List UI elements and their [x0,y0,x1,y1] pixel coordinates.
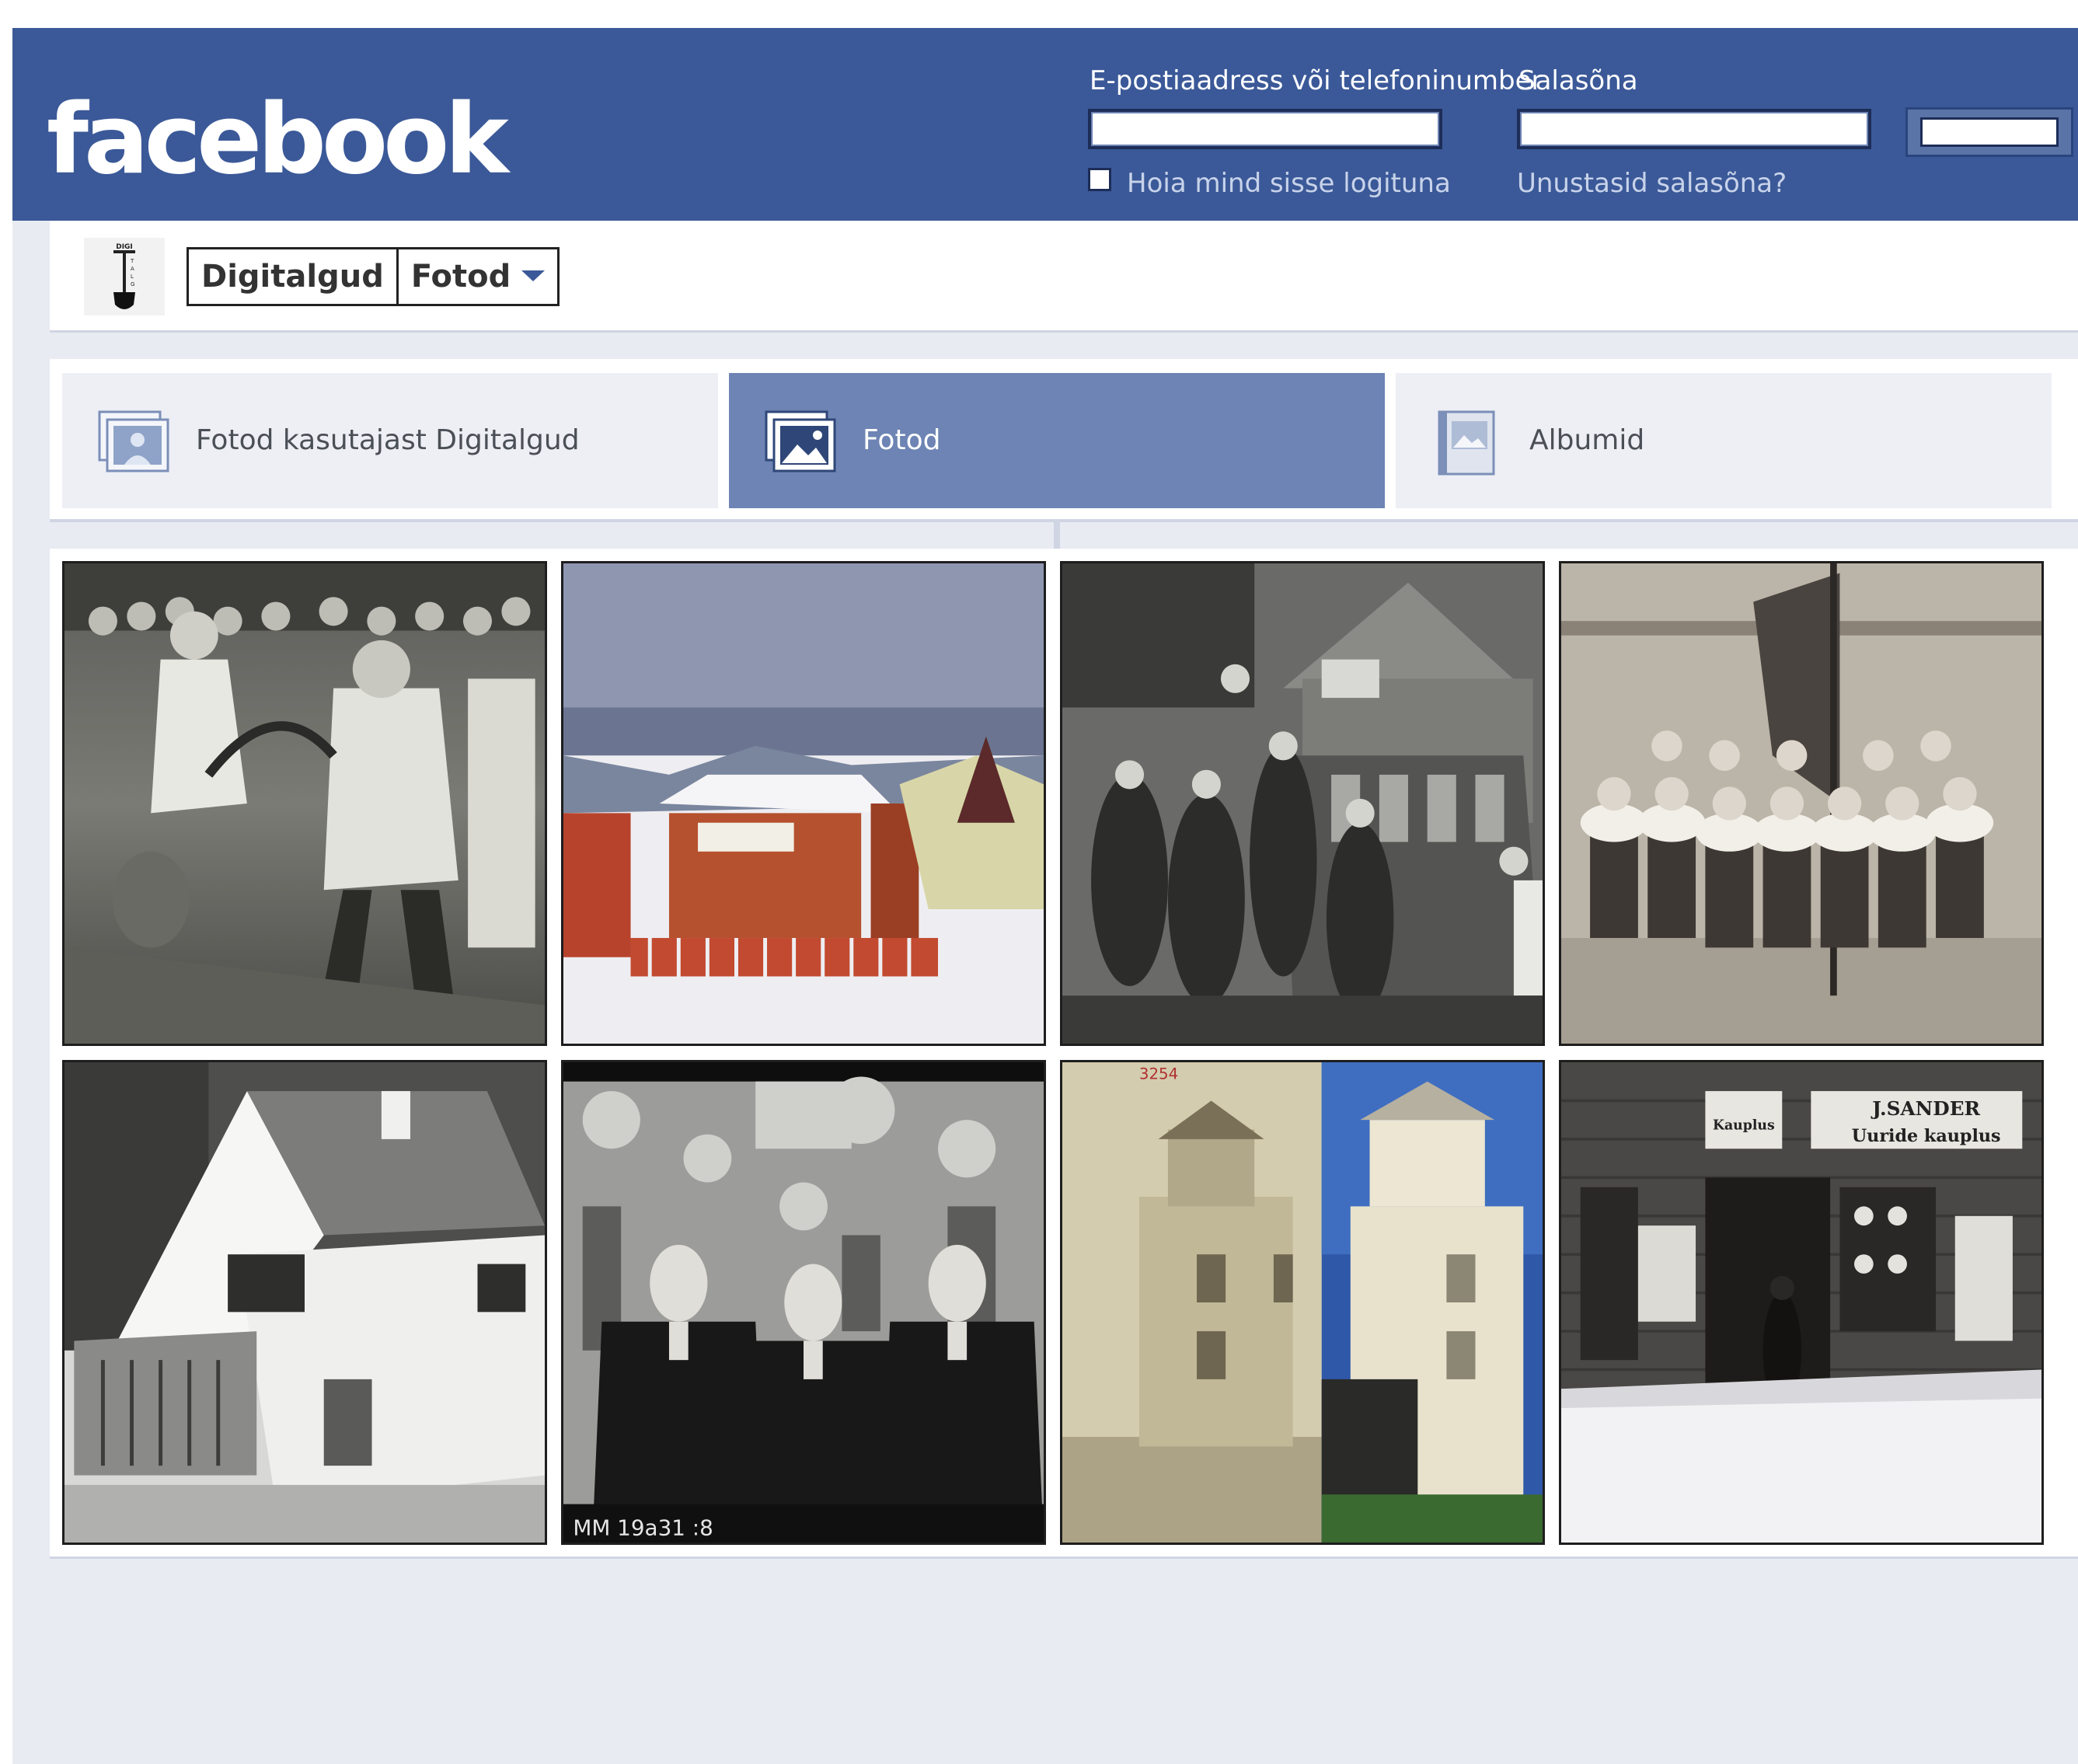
tab-photos-of-user[interactable]: Fotod kasutajast Digitalgud [62,373,718,508]
breadcrumb: Digitalgud Fotod [187,247,560,306]
photo-shop-front-in-snow: Kauplus J.SANDER Uuride kauplus [1561,1062,2041,1543]
photo-thumbnail[interactable]: MM 19a31 :8 [561,1060,1046,1545]
photos-icon [765,410,836,472]
shop-small-sign: Kauplus [1713,1118,1775,1134]
photo-thumbnail[interactable] [62,1060,547,1545]
password-input[interactable] [1517,109,1871,149]
svg-text:G: G [131,281,134,288]
email-label: E-postiaadress või telefoninumber [1090,65,1543,96]
photo-white-house [65,1062,545,1543]
top-header: facebook E-postiaadress või telefoninumb… [12,28,2078,221]
photo-winter-house-painting [563,563,1044,1044]
login-button-face [1920,117,2059,147]
tab-photos-of-user-label: Fotod kasutajast Digitalgud [196,424,580,456]
dropdown-arrow-icon [521,270,546,281]
photo-crowded-tram [1062,563,1543,1044]
shovel-logo-icon: DIGI T A L G [113,243,135,309]
photo-thumbnail[interactable]: 3254 [1060,1060,1545,1545]
shop-sign-sub: Uuride kauplus [1852,1126,2001,1146]
facebook-logo[interactable]: facebook [47,92,509,188]
breadcrumb-page-name[interactable]: Digitalgud [189,249,396,304]
tab-albums-label: Albumid [1529,424,1645,456]
tab-photos[interactable]: Fotod [729,373,1385,508]
remember-me-label[interactable]: Hoia mind sisse logituna [1127,168,1451,199]
email-input[interactable] [1088,109,1442,149]
breadcrumb-section-label: Fotod [410,259,511,295]
svg-text:A: A [131,266,134,272]
tab-albums[interactable]: Albumid [1396,373,2052,508]
photo-thumbnail[interactable]: Kauplus J.SANDER Uuride kauplus [1559,1060,2044,1545]
photo-grid: MM 19a31 :8 3254 Kauplus J.SANDER Uuride… [50,549,2078,1559]
photo-thumbnail[interactable] [62,561,547,1046]
photo-thumbnail[interactable] [1559,561,2044,1046]
tab-photos-label: Fotod [863,424,941,456]
photo-tabs: Fotod kasutajast Digitalgud Fotod Albumi… [50,359,2078,522]
login-button[interactable] [1905,107,2073,157]
page-title-bar: DIGI T A L G Digitalgud Fotod [50,221,2078,333]
page-avatar[interactable]: DIGI T A L G [84,238,165,315]
password-label: Salasõna [1518,65,1638,96]
photo-tower-building-then-and-now: 3254 [1062,1062,1543,1543]
svg-text:T: T [130,258,134,264]
photo-number: 3254 [1139,1065,1178,1083]
page-canvas: facebook E-postiaadress või telefoninumb… [12,28,2078,1764]
shop-sign-main: J.SANDER [1871,1097,1980,1120]
photos-of-user-icon [98,410,169,472]
svg-text:L: L [131,274,134,280]
remember-me-checkbox[interactable] [1088,168,1111,191]
forgot-password-link[interactable]: Unustasid salasõna? [1517,168,1787,199]
tab-pointer [1054,522,1060,549]
photo-schoolgirls-with-flag [1561,563,2041,1044]
svg-text:DIGI: DIGI [116,243,133,251]
albums-icon [1438,410,1495,476]
photo-three-men-in-uniform: MM 19a31 :8 [563,1062,1044,1543]
photo-crowd-outdoor [65,563,545,1044]
photo-thumbnail[interactable] [561,561,1046,1046]
breadcrumb-section-dropdown[interactable]: Fotod [399,249,557,304]
photo-thumbnail[interactable] [1060,561,1545,1046]
photo-caption: MM 19a31 :8 [573,1515,713,1541]
